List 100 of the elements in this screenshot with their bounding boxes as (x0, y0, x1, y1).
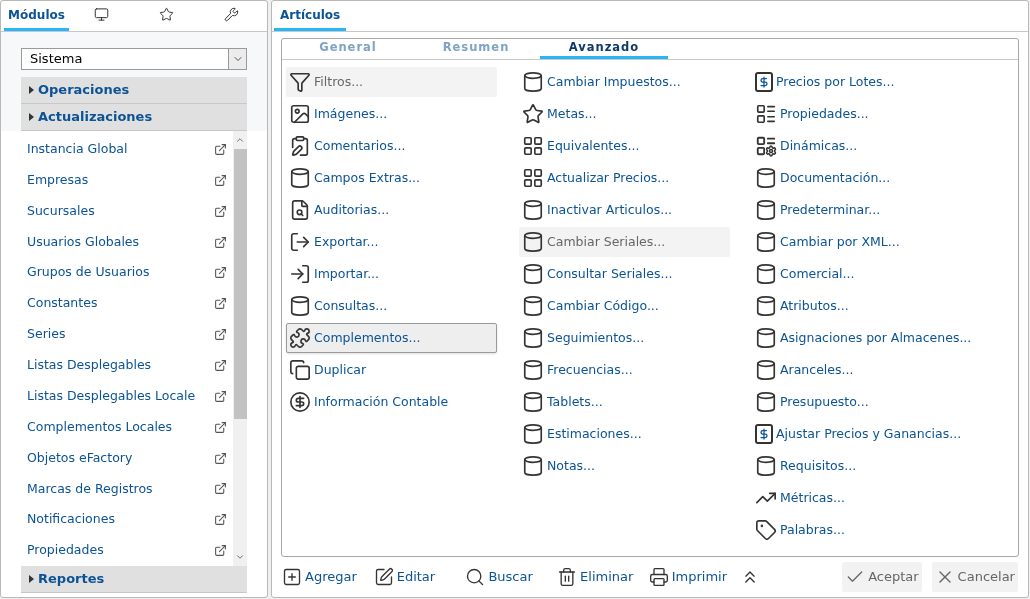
option-item[interactable]: Asignaciones por Almacenes... (752, 323, 975, 353)
toolbar-button[interactable]: Editar (373, 562, 466, 592)
section-title: Reportes (38, 570, 105, 589)
option-item[interactable]: Información Contable (286, 387, 497, 417)
option-item[interactable]: Seguimientos... (519, 323, 730, 353)
action-button[interactable]: Cancelar (931, 562, 1018, 592)
section-header[interactable]: Reportes (21, 566, 247, 593)
module-item[interactable]: Marcas de Registros (21, 473, 233, 505)
database-icon (522, 423, 544, 445)
option-item[interactable]: Precios por Lotes... (752, 67, 963, 97)
option-item[interactable]: Actualizar Precios... (519, 163, 730, 193)
option-item[interactable]: Auditorias... (286, 195, 497, 225)
scrollbar[interactable] (233, 131, 247, 566)
module-select[interactable]: Sistema (21, 48, 247, 70)
module-item[interactable]: Notificaciones (21, 504, 233, 536)
module-item[interactable]: Listas Desplegables Locale (21, 380, 233, 412)
option-item[interactable]: Aranceles... (752, 355, 963, 385)
option-item[interactable]: Palabras... (752, 515, 963, 545)
module-label: Notificaciones (27, 510, 115, 529)
section-header[interactable]: Actualizaciones (21, 104, 247, 131)
option-item[interactable]: Atributos... (752, 291, 963, 321)
module-label: Marcas de Registros (27, 479, 153, 498)
subtab[interactable]: Avanzado (540, 39, 668, 59)
add-icon (282, 567, 302, 587)
option-label: Frecuencias... (547, 360, 633, 379)
module-item[interactable]: Listas Desplegables (21, 350, 233, 381)
option-label: Tablets... (547, 392, 603, 411)
option-item[interactable]: Ajustar Precios y Ganancias... (752, 419, 965, 449)
database-icon (755, 391, 777, 413)
option-item[interactable]: Propiedades... (752, 99, 963, 129)
module-item[interactable]: Sucursales (21, 195, 233, 227)
option-item[interactable]: Requisitos... (752, 451, 963, 481)
import-icon (289, 263, 311, 285)
module-item[interactable]: Instancia Global (21, 134, 233, 165)
puzzle-icon (289, 327, 311, 349)
trash-icon (557, 567, 578, 587)
external-link-icon (214, 389, 227, 403)
scrollbar-thumb[interactable] (233, 149, 247, 419)
module-item[interactable]: Propiedades (21, 535, 233, 566)
option-item[interactable]: Campos Extras... (286, 163, 497, 193)
select-value: Sistema (29, 50, 84, 69)
module-item[interactable]: Grupos de Usuarios (21, 257, 233, 289)
option-item[interactable]: Importar... (286, 259, 497, 289)
option-item[interactable]: Consultar Seriales... (519, 259, 730, 289)
option-item[interactable]: Documentación... (752, 163, 963, 193)
module-label: Listas Desplegables (27, 356, 152, 375)
action-button[interactable]: Aceptar (842, 562, 922, 592)
database-icon (289, 167, 311, 189)
option-item[interactable]: Predeterminar... (752, 195, 963, 225)
module-item[interactable]: Complementos Locales (21, 411, 233, 443)
module-item[interactable]: Series (21, 319, 233, 350)
option-item[interactable]: Inactivar Articulos... (519, 195, 730, 225)
option-label: Campos Extras... (314, 168, 421, 187)
option-item[interactable]: Metas... (519, 99, 730, 129)
main-tab[interactable]: Artículos (274, 1, 347, 31)
option-item[interactable]: Comercial... (752, 259, 963, 289)
option-item[interactable]: Complementos... (286, 323, 497, 353)
option-item[interactable]: Tablets... (519, 387, 730, 417)
option-item[interactable]: Dinámicas... (752, 131, 963, 161)
option-label: Imágenes... (314, 104, 388, 123)
external-link-icon (214, 482, 227, 496)
external-link-icon (214, 451, 227, 465)
module-label: Complementos Locales (27, 417, 173, 436)
option-item[interactable]: Frecuencias... (519, 355, 730, 385)
option-item[interactable]: Cambiar por XML... (752, 227, 963, 257)
section-header[interactable]: Operaciones (21, 77, 247, 104)
dropdown-button[interactable] (228, 49, 246, 69)
option-item[interactable]: Cambiar Impuestos... (519, 67, 730, 97)
option-item[interactable]: Métricas... (752, 483, 963, 513)
caret-icon (29, 86, 34, 94)
scroll-up-icon (235, 135, 245, 145)
option-item[interactable]: Exportar... (286, 227, 497, 257)
option-label: Aranceles... (780, 360, 854, 379)
module-label: Constantes (27, 294, 98, 313)
option-item[interactable]: Estimaciones... (519, 419, 730, 449)
option-item[interactable]: Imágenes... (286, 99, 497, 129)
option-item[interactable]: Duplicar (286, 355, 497, 385)
database-icon (755, 199, 777, 221)
external-link-icon (214, 266, 227, 280)
database-icon (522, 327, 544, 349)
module-item[interactable]: Empresas (21, 164, 233, 196)
document-search-icon (289, 199, 311, 221)
external-link-icon (214, 328, 227, 342)
toolbar-button[interactable]: Buscar (465, 562, 558, 592)
printer-icon (648, 567, 669, 587)
option-label: Cambiar Impuestos... (547, 72, 681, 91)
option-item[interactable]: Equivalentes... (519, 131, 730, 161)
option-item[interactable]: Comentarios... (286, 131, 497, 161)
option-item[interactable]: Presupuesto... (752, 387, 963, 417)
option-item[interactable]: Notas... (519, 451, 730, 481)
option-item[interactable]: Consultas... (286, 291, 497, 321)
module-label: Sucursales (27, 201, 95, 220)
toolbar-button[interactable]: Imprimir (648, 562, 741, 592)
module-item[interactable]: Objetos eFactory (21, 442, 233, 474)
module-item[interactable]: Constantes (21, 288, 233, 320)
option-label: Dinámicas... (780, 136, 858, 155)
option-item[interactable]: Cambiar Código... (519, 291, 730, 321)
module-item[interactable]: Usuarios Globales (21, 226, 233, 258)
toolbar-button[interactable]: Eliminar (557, 562, 649, 592)
toolbar-button[interactable]: Agregar (282, 562, 374, 592)
